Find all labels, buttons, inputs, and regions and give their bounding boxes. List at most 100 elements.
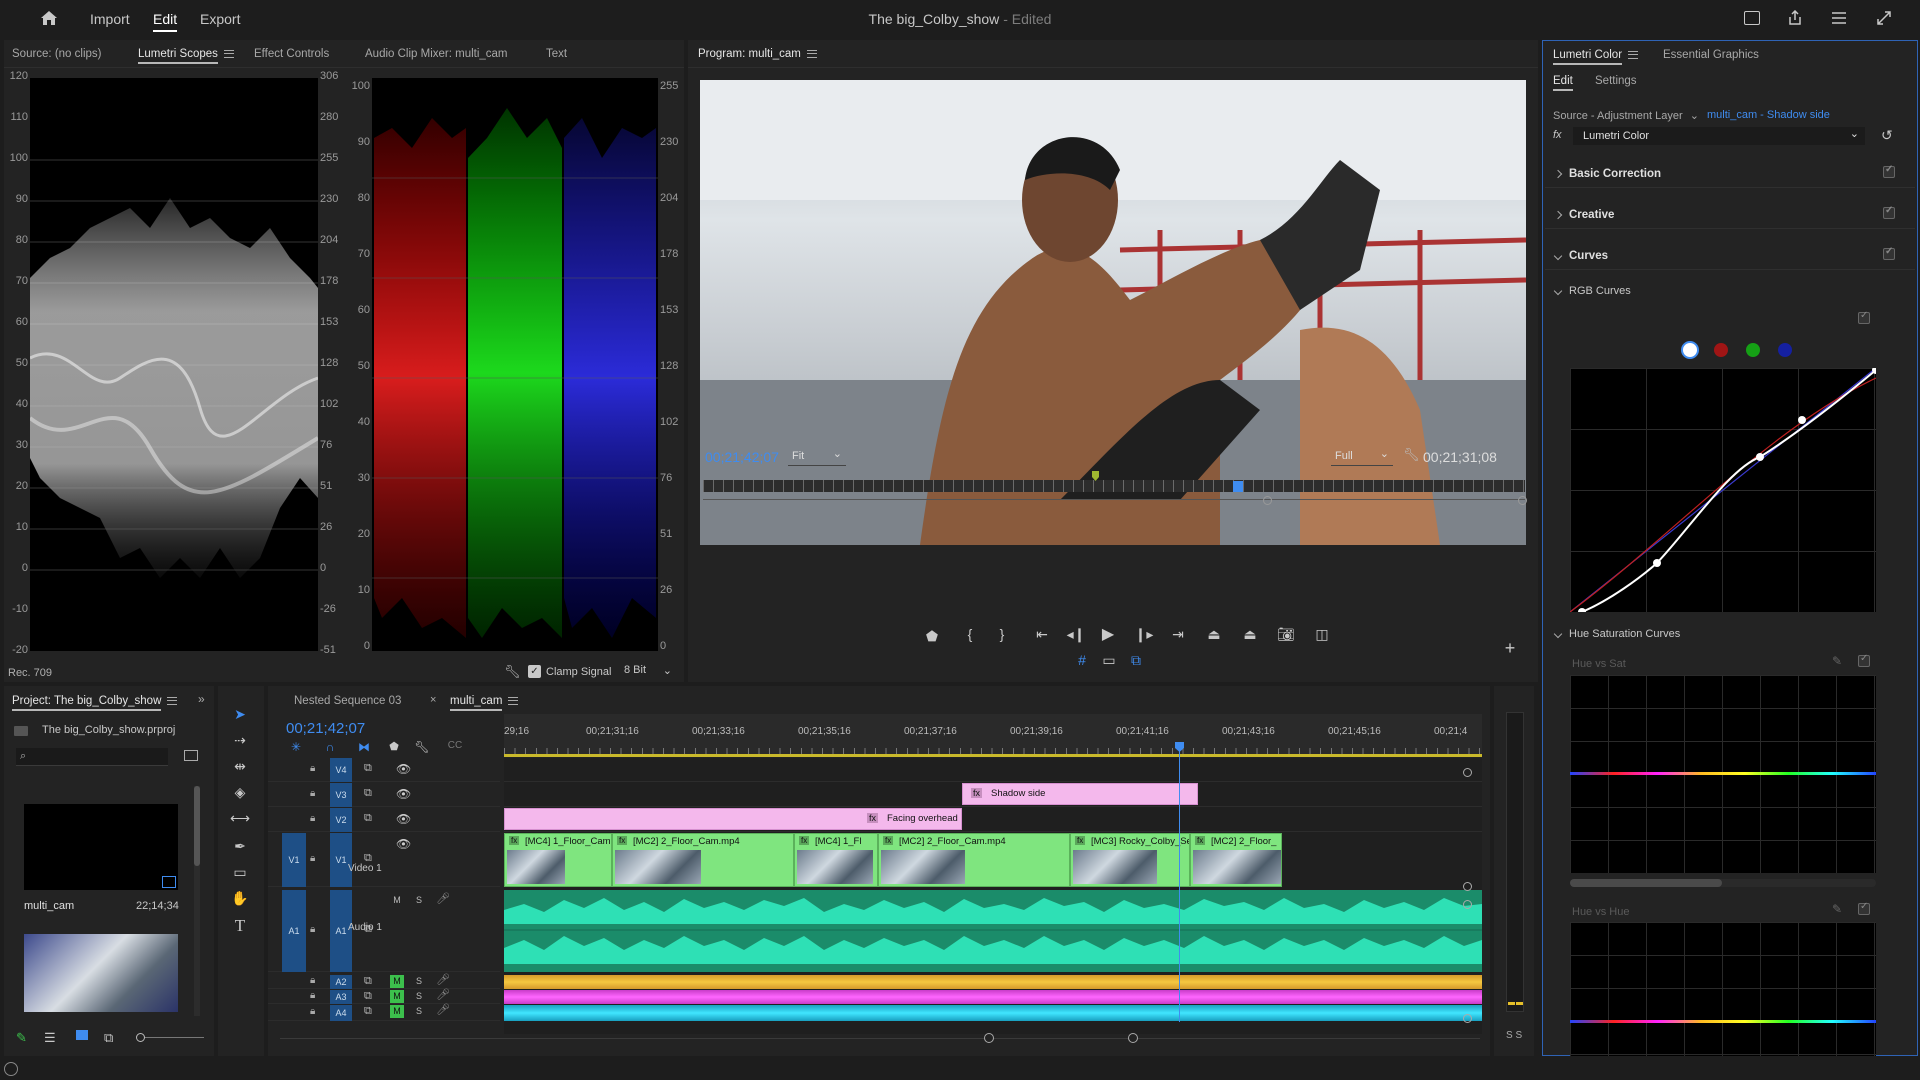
hue-vs-hue-enable-checkbox[interactable] [1858,901,1870,915]
mute-button[interactable]: M [390,990,404,1003]
curves-enable-checkbox[interactable] [1883,246,1895,260]
lock-icon[interactable]: 🔒︎ [310,788,315,799]
clip-shadow-side[interactable]: fx Shadow side [962,783,1198,805]
sync-lock-icon[interactable]: ⧉ [364,1005,372,1018]
creative-enable-checkbox[interactable] [1883,205,1895,219]
nest-toggle-icon[interactable]: ✳ [288,740,304,754]
tab-text[interactable]: Text [546,48,567,60]
step-back-icon[interactable]: ◂❙ [1066,626,1086,643]
track-a4[interactable] [504,1005,1482,1021]
section-creative[interactable]: Creative [1545,199,1915,229]
curve-channel-red[interactable] [1714,343,1728,357]
eye-icon[interactable]: 👁︎ [396,787,411,801]
pencil-icon[interactable]: ✎ [16,1030,27,1046]
tab-lumetri-color[interactable]: Lumetri Color [1553,49,1639,65]
eye-icon[interactable]: 👁︎ [396,837,411,851]
scrollbar-thumb[interactable] [1570,879,1722,887]
zoom-select[interactable]: Fit ⌄ [788,448,846,466]
camera-icon[interactable]: 📷︎ [1276,626,1296,643]
hue-vs-hue-graph[interactable] [1570,922,1876,1056]
section-basic-correction[interactable]: Basic Correction [1545,158,1915,188]
toggle-sync-icon[interactable]: ⧉ [364,812,372,825]
mic-icon[interactable]: 🎤︎ [436,973,450,986]
project-search-input[interactable]: ⌕ [16,748,168,766]
toggle-sync-icon[interactable]: ⧉ [364,787,372,800]
expand-panel-icon[interactable]: » [198,692,205,706]
solo-button[interactable]: S [412,975,426,988]
status-icon[interactable] [4,1062,18,1076]
list-view-icon[interactable]: ☰ [44,1030,56,1046]
lock-icon[interactable]: 🔒︎ [310,924,315,935]
track-label[interactable]: V1 [330,833,352,887]
work-area-bar[interactable] [504,754,1482,757]
timeline-settings-icon[interactable]: 🔧︎ [414,740,430,754]
hand-tool-icon[interactable]: ✋ [230,890,250,907]
hue-vs-sat-enable-checkbox[interactable] [1858,653,1870,667]
solo-button[interactable]: S [412,894,426,907]
eyedropper-icon[interactable]: ✎ [1832,902,1842,916]
type-tool-icon[interactable]: T [230,916,250,936]
share-icon[interactable] [1787,9,1803,29]
clamp-signal-checkbox[interactable]: ✓ [528,665,541,678]
track-label[interactable]: V3 [330,783,352,807]
hue-sat-curves-header[interactable]: Hue Saturation Curves [1553,628,1680,640]
track-label[interactable]: A2 [330,975,352,989]
panel-menu-icon[interactable] [508,696,519,705]
eye-icon[interactable]: 👁︎ [396,762,411,776]
captions-icon[interactable]: CC [446,740,464,751]
toggle-sync-icon[interactable]: ⧉ [364,762,372,775]
wrench-icon[interactable]: 🔧︎ [1403,447,1420,463]
playhead-line[interactable] [1179,744,1180,1022]
linked-selection-icon[interactable]: ⧓ [356,740,372,754]
go-to-out-icon[interactable]: ⇥ [1168,626,1188,643]
freeform-view-icon[interactable]: ⧉ [104,1030,113,1046]
program-title[interactable]: Program: multi_cam [698,48,817,60]
clip-v1[interactable]: fx [MC2] 2_Floor_Cam.mp4 [612,833,794,887]
program-video-frame[interactable] [700,80,1526,545]
scrollbar-thumb[interactable] [194,786,200,866]
tab-lumetri-scopes[interactable]: Lumetri Scopes [138,48,234,64]
scrollbar-handle-right[interactable] [1128,1033,1138,1043]
source-patch-a1[interactable]: A1 [282,890,306,972]
scrub-track[interactable] [703,492,1525,500]
mute-button[interactable]: M [390,1005,404,1018]
project-clip-thumbnail[interactable] [24,934,178,1012]
eye-icon[interactable]: 👁︎ [396,812,411,826]
track-end-handle[interactable] [1463,900,1472,909]
mic-icon[interactable]: 🎤︎ [436,1003,450,1016]
ripple-edit-tool-icon[interactable]: ⇹ [230,758,250,775]
lock-icon[interactable]: 🔒︎ [310,990,315,1001]
new-bin-icon[interactable] [184,750,198,761]
selection-tool-icon[interactable]: ➤ [230,706,250,723]
track-a1[interactable] [504,890,1482,972]
multicam-view-icon[interactable]: ⧉ [1126,652,1146,669]
lock-icon[interactable]: 🔒︎ [310,763,315,774]
project-title[interactable]: Project: The big_Colby_show [12,695,178,711]
zoom-slider-thumb[interactable] [136,1033,145,1042]
sync-lock-icon[interactable]: ⧉ [364,990,372,1003]
mark-in-icon[interactable]: { [962,626,978,642]
track-end-handle[interactable] [1463,1014,1472,1023]
icon-view-icon[interactable] [76,1030,88,1040]
clip-v1[interactable]: fx [MC4] 1_Floor_Cam.mp4 [504,833,612,887]
track-a3[interactable] [504,990,1482,1004]
lift-icon[interactable]: ⏏ [1204,626,1224,643]
tab-multi-cam[interactable]: multi_cam [450,695,519,711]
eyedropper-icon[interactable]: ✎ [1832,654,1842,668]
rgb-curves-header[interactable]: RGB Curves [1553,285,1631,297]
hue-vs-sat-graph[interactable] [1570,675,1876,873]
reset-icon[interactable]: ↺ [1881,127,1893,144]
snap-icon[interactable]: ∩ [322,740,338,754]
mic-icon[interactable]: 🎤︎ [436,988,450,1001]
scrollbar-handle-left[interactable] [984,1033,994,1043]
track-v4[interactable] [504,758,1482,782]
solo-button[interactable]: S [412,1005,426,1018]
tab-source[interactable]: Source: (no clips) [12,48,101,60]
clip-v1[interactable]: fx [MC2] 2_Floor_Cam.mp4 [878,833,1070,887]
timeline-scrollbar[interactable] [280,1033,1480,1043]
workspaces-icon[interactable] [1831,11,1847,28]
track-label[interactable]: V4 [330,758,352,782]
close-icon[interactable]: × [430,694,436,706]
project-item-thumbnail[interactable] [24,804,178,890]
mic-icon[interactable]: 🎤︎ [436,892,450,905]
